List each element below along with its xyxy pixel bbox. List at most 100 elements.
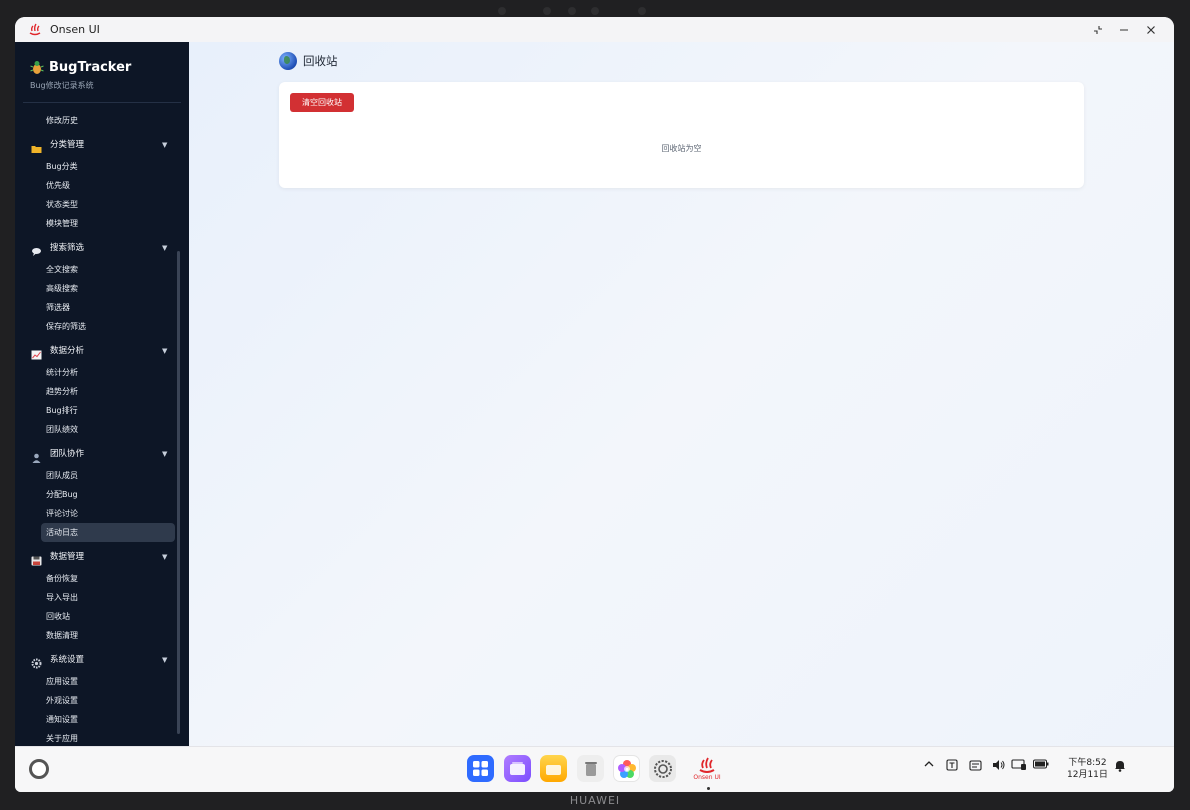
sidebar-group[interactable]: 系统设置 ▼ xyxy=(15,648,189,672)
sidebar-item[interactable]: 趋势分析 xyxy=(15,382,175,401)
app-gallery-icon[interactable] xyxy=(467,755,494,782)
title-bar: Onsen UI xyxy=(15,17,1174,43)
sidebar-scrollbar[interactable] xyxy=(177,251,180,734)
sidebar-item[interactable]: 团队成员 xyxy=(15,466,175,485)
sensor-dot xyxy=(543,7,551,15)
sidebar-item[interactable]: 评论讨论 xyxy=(15,504,175,523)
window-title: Onsen UI xyxy=(50,23,100,36)
sidebar-nav: 修改历史 分类管理 ▼ Bug分类 优先级 状态类型 模块管理 搜索筛选 ▼ 全文搜索 高级搜索 筛选… xyxy=(15,111,189,746)
chevron-up-icon[interactable] xyxy=(923,759,935,772)
minimize-button[interactable] xyxy=(1113,20,1135,39)
sidebar-item[interactable]: 通知设置 xyxy=(15,710,175,729)
sidebar-group-label: 分类管理 xyxy=(50,140,85,150)
page-title: 回收站 xyxy=(303,54,338,68)
device-brand: HUAWEI xyxy=(569,794,621,807)
onsen-ui-dock-icon[interactable]: Onsen UI xyxy=(693,755,721,782)
start-button[interactable] xyxy=(29,759,49,779)
sidebar-group[interactable]: 数据管理 ▼ xyxy=(15,545,189,569)
sidebar-group[interactable]: 数据分析 ▼ xyxy=(15,339,189,363)
sidebar-item[interactable]: 关于应用 xyxy=(15,729,175,746)
onsen-logo-icon xyxy=(699,757,715,773)
chevron-down-icon: ▼ xyxy=(162,347,168,355)
sidebar-item[interactable]: 优先级 xyxy=(15,176,175,195)
sidebar-item[interactable]: 团队绩效 xyxy=(15,420,175,439)
close-icon xyxy=(1147,25,1155,34)
sidebar-item[interactable]: 模块管理 xyxy=(15,214,175,233)
projection-icon[interactable] xyxy=(1011,759,1027,774)
sensor-dot xyxy=(568,7,576,15)
recycle-bin-card: 清空回收站 回收站为空 xyxy=(279,82,1084,188)
sidebar-group-label: 系统设置 xyxy=(50,655,85,665)
files-icon[interactable] xyxy=(540,755,567,782)
notification-bell-icon[interactable] xyxy=(1114,759,1126,775)
sidebar-item[interactable]: 活动日志 xyxy=(41,523,175,542)
sidebar-item[interactable]: 筛选器 xyxy=(15,298,175,317)
sidebar-item[interactable]: 保存的筛选 xyxy=(15,317,175,336)
chevron-down-icon: ▼ xyxy=(162,141,168,149)
empty-recycle-bin-button[interactable]: 清空回收站 xyxy=(290,93,354,112)
screen: Onsen UI BugTracker Bug修改记录系统 修改历史 分类管理 ▼ B… xyxy=(15,17,1174,792)
sidebar-item[interactable]: Bug排行 xyxy=(15,401,175,420)
windows-glyph xyxy=(510,762,525,775)
photos-icon[interactable] xyxy=(613,755,640,782)
camera-dot xyxy=(591,7,599,15)
main-content: 回收站 清空回收站 回收站为空 xyxy=(189,42,1174,746)
folder-icon xyxy=(31,140,42,153)
empty-message: 回收站为空 xyxy=(661,144,702,153)
gear-icon xyxy=(31,655,42,669)
sidebar-item[interactable]: 状态类型 xyxy=(15,195,175,214)
sidebar-item[interactable]: 分配Bug xyxy=(15,485,175,504)
minimize-icon xyxy=(1120,28,1128,31)
multi-window-icon[interactable] xyxy=(504,755,531,782)
sidebar-group-label: 团队协作 xyxy=(50,449,85,459)
floppy-icon xyxy=(31,552,42,566)
chevron-down-icon: ▼ xyxy=(162,553,168,561)
sidebar-group[interactable]: 团队协作 ▼ xyxy=(15,442,189,466)
sidebar-group-label: 搜索筛选 xyxy=(50,243,85,253)
flower-glyph xyxy=(617,759,636,778)
bug-logo-icon xyxy=(30,61,44,74)
sidebar-item[interactable]: 数据清理 xyxy=(15,626,175,645)
app-name: BugTracker xyxy=(49,59,132,75)
chevron-down-icon: ▼ xyxy=(162,656,168,664)
sidebar-group-label: 数据分析 xyxy=(50,346,85,356)
settings-icon[interactable] xyxy=(649,755,676,782)
sidebar-item[interactable]: 应用设置 xyxy=(15,672,175,691)
sidebar-item[interactable]: 全文搜索 xyxy=(15,260,175,279)
clock[interactable]: 下午8:52 12月11日 xyxy=(1067,757,1108,781)
sidebar-group-label: 数据管理 xyxy=(50,552,85,562)
volume-icon[interactable] xyxy=(992,759,1006,774)
sensor-dot xyxy=(638,7,646,15)
sidebar-item[interactable]: 回收站 xyxy=(15,607,175,626)
sidebar-group[interactable]: 分类管理 ▼ xyxy=(15,133,189,157)
sidebar-group[interactable]: 搜索筛选 ▼ xyxy=(15,236,189,260)
input-method-icon[interactable] xyxy=(946,759,958,774)
sidebar-item[interactable]: 导入导出 xyxy=(15,588,175,607)
brand: BugTracker xyxy=(29,59,131,75)
restore-icon xyxy=(1094,25,1102,34)
sidebar-item[interactable]: 备份恢复 xyxy=(15,569,175,588)
app-subtitle: Bug修改记录系统 xyxy=(30,81,94,90)
taskbar: Onsen UI 下午8:52 12月11日 xyxy=(15,746,1174,792)
clipboard-icon[interactable] xyxy=(969,759,982,774)
close-button[interactable] xyxy=(1140,20,1162,39)
sidebar-item[interactable]: 修改历史 xyxy=(15,111,175,130)
battery-icon[interactable] xyxy=(1033,759,1049,772)
onsen-dock-label: Onsen UI xyxy=(693,773,721,781)
sidebar-item[interactable]: 外观设置 xyxy=(15,691,175,710)
sidebar-item[interactable]: Bug分类 xyxy=(15,157,175,176)
user-icon xyxy=(31,449,42,463)
globe-icon xyxy=(279,52,297,70)
sidebar-item[interactable]: 统计分析 xyxy=(15,363,175,382)
onsen-logo-icon xyxy=(29,23,41,36)
sidebar: BugTracker Bug修改记录系统 修改历史分类管理 ▼ Bug分类 优先级 状态… xyxy=(15,42,189,746)
trash-icon[interactable] xyxy=(577,755,604,782)
running-indicator xyxy=(707,787,710,790)
divider xyxy=(23,102,181,103)
speech-bubble-icon xyxy=(31,243,42,256)
restore-button[interactable] xyxy=(1087,20,1109,39)
sidebar-item[interactable]: 高级搜索 xyxy=(15,279,175,298)
folder-glyph xyxy=(546,764,561,775)
chevron-down-icon: ▼ xyxy=(162,450,168,458)
page-header: 回收站 xyxy=(279,52,338,70)
